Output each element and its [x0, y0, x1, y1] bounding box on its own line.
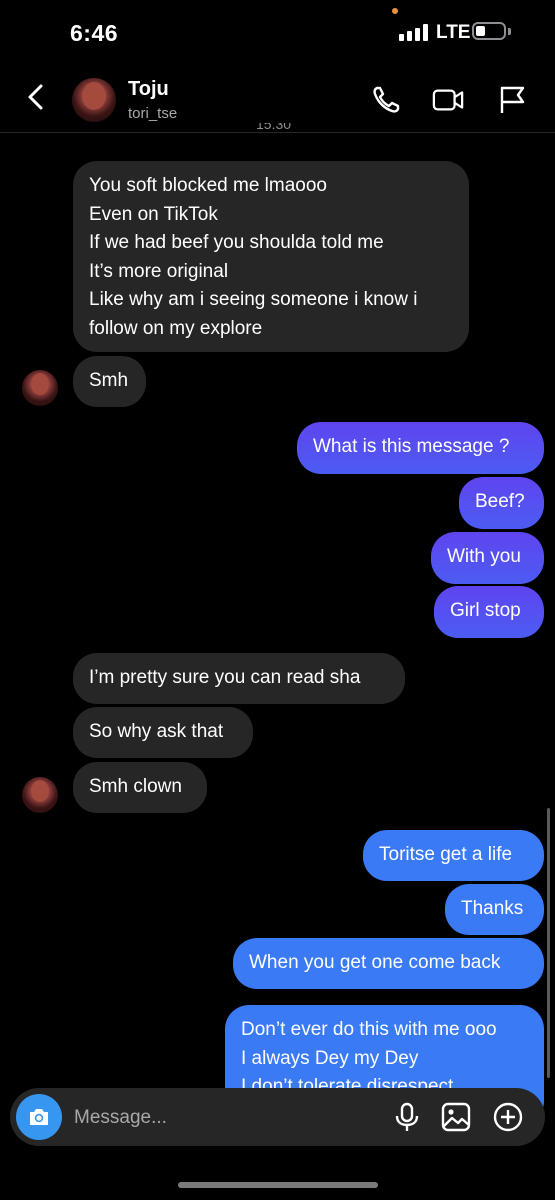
plus-icon[interactable] — [491, 1100, 525, 1134]
battery-icon — [472, 22, 506, 40]
message-line: Don’t ever do this with me ooo — [241, 1019, 497, 1040]
message-line: Even on TikTok — [89, 203, 218, 225]
message-outgoing[interactable]: What is this message ? — [297, 422, 544, 474]
message-line: I always Dey my Dey — [241, 1047, 419, 1069]
contact-username[interactable]: tori_tse — [128, 105, 177, 122]
message-outgoing[interactable]: Beef? — [459, 477, 544, 529]
back-icon[interactable] — [22, 82, 52, 112]
sender-avatar[interactable] — [22, 777, 58, 813]
camera-icon — [30, 1109, 48, 1125]
message-outgoing[interactable]: With you — [431, 532, 544, 584]
message-incoming[interactable]: I’m pretty sure you can read sha — [73, 653, 405, 704]
home-indicator — [178, 1182, 378, 1188]
message-line: It’s more original — [89, 260, 229, 282]
message-outgoing[interactable]: Girl stop — [434, 586, 544, 638]
status-time: 6:46 — [70, 20, 119, 46]
message-line: follow on my explore — [89, 317, 263, 339]
network-label: LTE — [436, 22, 471, 43]
video-icon[interactable] — [432, 84, 464, 116]
flag-icon[interactable] — [496, 84, 528, 116]
message-composer — [10, 1088, 545, 1148]
chat-timestamp: 15:30 — [256, 123, 292, 132]
signal-icon — [399, 23, 428, 41]
message-incoming[interactable]: So why ask that — [73, 707, 253, 758]
sender-avatar[interactable] — [22, 370, 58, 406]
message-outgoing[interactable]: Thanks — [445, 884, 544, 935]
camera-button[interactable] — [16, 1094, 62, 1140]
message-line: Like why am i seeing someone i know i — [89, 289, 418, 310]
header-avatar[interactable] — [72, 78, 116, 122]
message-outgoing[interactable]: Toritse get a life — [363, 830, 544, 881]
message-line: If we had beef you shoulda told me — [89, 232, 384, 253]
privacy-indicator — [392, 8, 398, 14]
scrollbar[interactable] — [547, 808, 550, 1078]
message-line: You soft blocked me lmaooo — [89, 175, 328, 196]
message-incoming[interactable]: You soft blocked me lmaooo Even on TikTo… — [73, 161, 469, 352]
message-outgoing[interactable]: When you get one come back — [233, 938, 544, 989]
message-incoming[interactable]: Smh — [73, 356, 146, 407]
contact-name[interactable]: Toju — [128, 78, 169, 101]
status-bar: 6:46 LTE — [0, 0, 555, 70]
microphone-icon[interactable] — [390, 1100, 424, 1134]
battery-nub — [508, 28, 511, 35]
gallery-icon[interactable] — [439, 1100, 473, 1134]
message-input[interactable] — [72, 1088, 376, 1148]
phone-icon[interactable] — [370, 84, 402, 116]
message-incoming[interactable]: Smh clown — [73, 762, 207, 813]
